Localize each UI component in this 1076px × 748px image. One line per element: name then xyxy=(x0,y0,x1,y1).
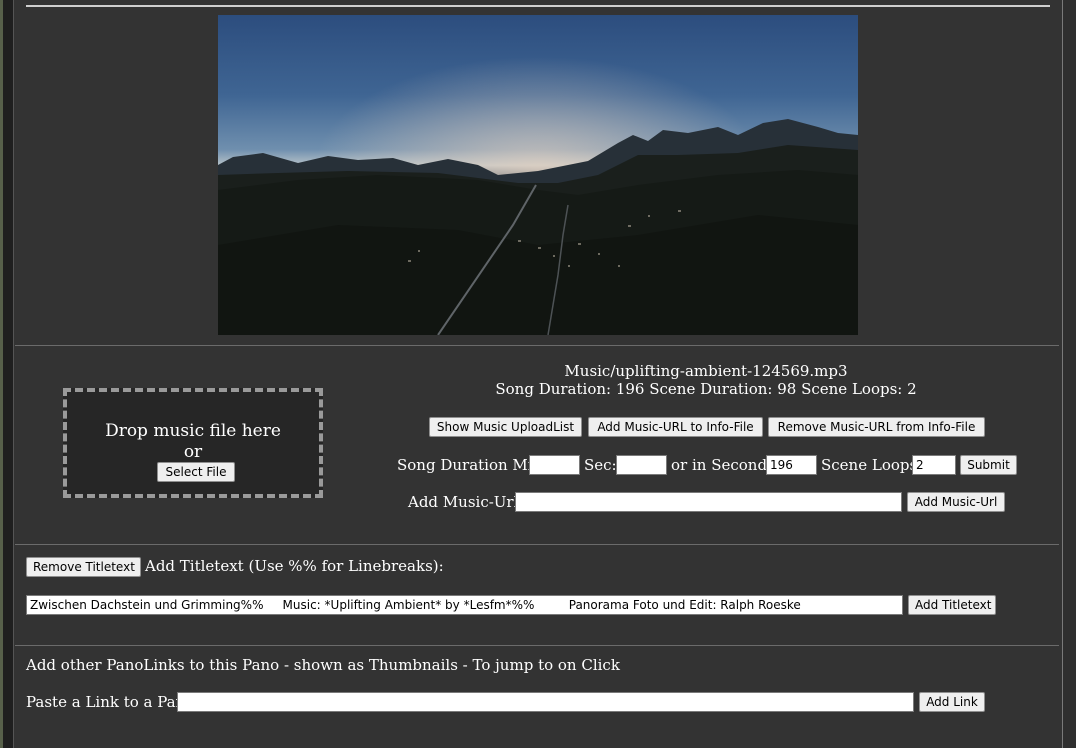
titletext-input[interactable]: Zwischen Dachstein und Grimming%% Music:… xyxy=(26,595,903,615)
panolinks-heading: Add other PanoLinks to this Pano - shown… xyxy=(26,656,620,674)
add-titletext-label: Add Titletext (Use %% for Linebreaks): xyxy=(145,557,444,575)
panorama-image xyxy=(218,15,858,335)
add-music-url-label: Add Music-Url: xyxy=(408,493,524,511)
dropzone-title: Drop music file here xyxy=(105,421,281,441)
remove-music-url-from-info-button[interactable]: Remove Music-URL from Info-File xyxy=(768,417,985,437)
add-music-url-button[interactable]: Add Music-Url xyxy=(907,492,1005,512)
pano-link-input[interactable] xyxy=(177,692,914,712)
music-file-name: Music/uplifting-ambient-124569.mp3 xyxy=(564,362,848,380)
show-upload-list-button[interactable]: Show Music UploadList xyxy=(429,417,582,437)
song-duration-sec-input[interactable] xyxy=(616,455,667,475)
top-divider xyxy=(26,5,1050,7)
paste-pano-link-label: Paste a Link to a Pano: xyxy=(26,693,200,711)
music-info-line: Song Duration: 196 Scene Duration: 98 Sc… xyxy=(495,380,917,398)
scene-loops-input[interactable]: 2 xyxy=(912,455,956,475)
select-file-button[interactable]: Select File xyxy=(157,462,235,482)
sec-label: Sec: xyxy=(584,456,617,474)
music-url-input[interactable] xyxy=(515,492,902,512)
song-duration-min-input[interactable] xyxy=(529,455,580,475)
submit-button[interactable]: Submit xyxy=(960,455,1017,475)
add-titletext-button[interactable]: Add Titletext xyxy=(908,595,996,615)
add-link-button[interactable]: Add Link xyxy=(919,692,985,712)
seconds-label: or in Seconds: xyxy=(671,456,780,474)
titletext-input-value: Zwischen Dachstein und Grimming%% Music:… xyxy=(30,598,801,612)
song-duration-seconds-input[interactable]: 196 xyxy=(766,455,817,475)
song-duration-min-label: Song Duration Min: xyxy=(397,456,548,474)
panorama-preview xyxy=(218,15,858,335)
scene-loops-label: Scene Loops: xyxy=(821,456,923,474)
add-music-url-to-info-button[interactable]: Add Music-URL to Info-File xyxy=(588,417,763,437)
dropzone-or: or xyxy=(183,442,203,462)
remove-titletext-button[interactable]: Remove Titletext xyxy=(26,557,141,577)
left-gutter xyxy=(3,0,13,748)
